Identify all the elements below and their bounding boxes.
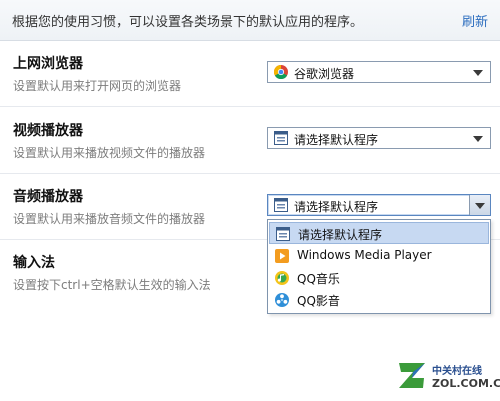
refresh-link[interactable]: 刷新 bbox=[462, 11, 488, 30]
dropdown-option-wmp[interactable]: Windows Media Player bbox=[269, 245, 489, 267]
program-icon bbox=[274, 131, 288, 145]
chevron-down-icon bbox=[473, 70, 483, 76]
dropdown-option-qq-music[interactable]: QQ音乐 bbox=[269, 267, 489, 289]
dropdown-button[interactable] bbox=[469, 195, 490, 215]
setting-subtitle: 设置默认用来播放音频文件的播放器 bbox=[13, 212, 206, 226]
audio-dropdown-list: 请选择默认程序 Windows Media Player QQ音乐 QQ影音 bbox=[267, 219, 491, 314]
qq-music-icon bbox=[275, 271, 289, 285]
dropdown-option-label: 请选择默认程序 bbox=[298, 228, 383, 242]
zol-watermark: 中关村在线 ZOL.COM.CN bbox=[396, 359, 500, 395]
chrome-icon bbox=[274, 65, 288, 79]
audio-select-value: 请选择默认程序 bbox=[294, 200, 379, 214]
watermark-cn: 中关村在线 bbox=[432, 366, 482, 377]
setting-title: 上网浏览器 bbox=[13, 56, 83, 72]
dropdown-option-label: QQ音乐 bbox=[297, 272, 340, 286]
dropdown-option-default[interactable]: 请选择默认程序 bbox=[269, 222, 489, 244]
header-bar: 根据您的使用习惯，可以设置各类场景下的默认应用的程序。 刷新 bbox=[0, 0, 500, 41]
program-icon bbox=[276, 227, 290, 241]
header-description: 根据您的使用习惯，可以设置各类场景下的默认应用的程序。 bbox=[12, 15, 364, 30]
video-select-value: 请选择默认程序 bbox=[294, 133, 379, 147]
chevron-down-icon bbox=[475, 203, 485, 209]
browser-select[interactable]: 谷歌浏览器 bbox=[267, 61, 491, 83]
dropdown-option-qq-video[interactable]: QQ影音 bbox=[269, 289, 489, 311]
qq-video-icon bbox=[275, 293, 289, 307]
setting-title: 视频播放器 bbox=[13, 123, 83, 139]
watermark-en: ZOL.COM.CN bbox=[432, 377, 500, 390]
media-player-icon bbox=[275, 249, 289, 263]
dropdown-option-label: QQ影音 bbox=[297, 294, 340, 308]
setting-subtitle: 设置默认用来播放视频文件的播放器 bbox=[13, 146, 206, 160]
setting-subtitle: 设置按下ctrl+空格默认生效的输入法 bbox=[13, 278, 211, 292]
program-icon bbox=[274, 198, 288, 212]
setting-title: 输入法 bbox=[13, 255, 55, 271]
audio-select[interactable]: 请选择默认程序 bbox=[267, 194, 491, 216]
setting-subtitle: 设置默认用来打开网页的浏览器 bbox=[13, 79, 182, 93]
zol-logo-icon bbox=[399, 363, 425, 388]
dropdown-option-label: Windows Media Player bbox=[297, 248, 432, 262]
chevron-down-icon bbox=[473, 136, 483, 142]
video-select[interactable]: 请选择默认程序 bbox=[267, 127, 491, 149]
browser-select-value: 谷歌浏览器 bbox=[294, 67, 355, 81]
setting-title: 音频播放器 bbox=[13, 189, 83, 205]
